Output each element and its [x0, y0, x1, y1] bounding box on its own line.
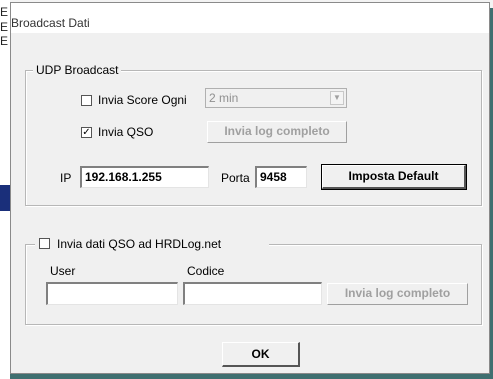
dialog-title: Broadcast Dati	[11, 16, 90, 30]
user-label: User	[50, 264, 76, 278]
hrdlog-legend: Invia dati QSO ad HRDLog.net	[35, 237, 269, 251]
ip-label: IP	[60, 171, 72, 185]
title-bar[interactable]: Broadcast Dati	[11, 3, 489, 33]
ip-input[interactable]: 192.168.1.255	[80, 166, 209, 188]
check-icon: ✓	[82, 127, 91, 138]
send-score-checkbox[interactable]	[81, 95, 92, 106]
set-default-button[interactable]: Imposta Default	[321, 164, 467, 190]
user-input[interactable]	[46, 282, 178, 305]
send-score-label: Invia Score Ogni	[98, 93, 187, 107]
score-interval-select[interactable]: 2 min ▼	[205, 88, 347, 108]
port-label: Porta	[221, 171, 250, 185]
hrdlog-send-full-log-button[interactable]: Invia log completo	[327, 283, 468, 305]
background-text-fragment: E	[0, 20, 9, 34]
send-qso-label: Invia QSO	[98, 125, 154, 139]
udp-send-full-log-button[interactable]: Invia log completo	[207, 121, 347, 143]
chevron-down-icon[interactable]: ▼	[330, 91, 344, 105]
ok-button[interactable]: OK	[222, 342, 300, 367]
port-input[interactable]: 9458	[255, 166, 307, 188]
hrdlog-enable-label: Invia dati QSO ad HRDLog.net	[57, 237, 222, 251]
udp-broadcast-legend: UDP Broadcast	[33, 63, 122, 77]
background-text-fragment: E	[0, 34, 9, 48]
send-qso-checkbox[interactable]: ✓	[81, 127, 92, 138]
background-text-fragment: E	[0, 5, 9, 19]
code-input[interactable]	[183, 282, 322, 305]
broadcast-dialog: Broadcast Dati UDP Broadcast Invia Score…	[10, 2, 490, 374]
score-interval-value: 2 min	[209, 91, 239, 105]
code-label: Codice	[187, 264, 225, 278]
hrdlog-enable-checkbox[interactable]	[39, 238, 50, 249]
background-window-accent	[0, 185, 10, 211]
